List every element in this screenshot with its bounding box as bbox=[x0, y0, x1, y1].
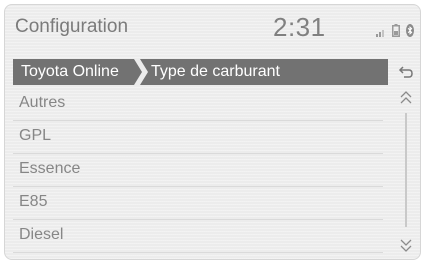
list-item-e85[interactable]: E85 bbox=[13, 187, 383, 220]
bluetooth-icon bbox=[406, 24, 414, 37]
list-item-diesel[interactable]: Diesel bbox=[13, 220, 383, 253]
breadcrumb: Toyota Online Type de carburant bbox=[13, 59, 388, 85]
scroll-up-button[interactable] bbox=[394, 91, 418, 109]
list-item-gpl[interactable]: GPL bbox=[13, 121, 383, 154]
chevron-double-up-icon bbox=[400, 91, 412, 104]
back-button[interactable] bbox=[391, 59, 420, 85]
clock: 2:31 bbox=[273, 12, 326, 42]
screen: Configuration 2:31 Toyota Online Type de… bbox=[4, 4, 421, 260]
status-icons bbox=[376, 23, 414, 37]
list-item-autres[interactable]: Autres bbox=[13, 88, 383, 121]
fuel-type-list: Autres GPL Essence E85 Diesel bbox=[13, 88, 383, 253]
scroll-down-button[interactable] bbox=[394, 238, 418, 256]
battery-icon bbox=[392, 24, 400, 37]
list-item-essence[interactable]: Essence bbox=[13, 154, 383, 187]
return-arrow-icon bbox=[398, 66, 413, 78]
signal-icon bbox=[376, 27, 386, 37]
header: Configuration 2:31 bbox=[5, 5, 420, 55]
breadcrumb-item-toyota-online[interactable]: Toyota Online bbox=[21, 59, 119, 85]
page-title: Configuration bbox=[15, 16, 129, 37]
scrollbar[interactable] bbox=[405, 113, 407, 227]
breadcrumb-separator-icon bbox=[134, 59, 148, 85]
chevron-double-down-icon bbox=[400, 239, 412, 252]
breadcrumb-item-fuel-type: Type de carburant bbox=[151, 63, 280, 80]
